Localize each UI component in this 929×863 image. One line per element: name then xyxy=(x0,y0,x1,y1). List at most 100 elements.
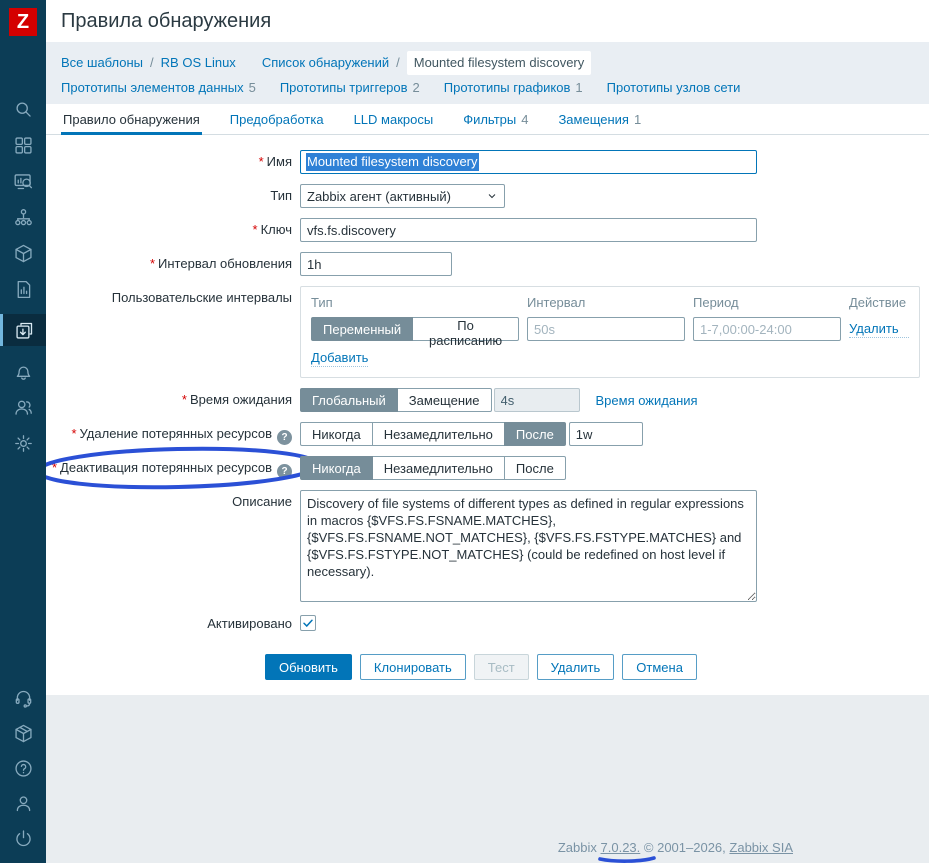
interval-remove-link[interactable]: Удалить xyxy=(849,321,909,338)
item-prototypes-count: 5 xyxy=(248,80,256,95)
sidebar-item-dashboards[interactable] xyxy=(0,134,46,156)
delete-lost-never-button[interactable]: Никогда xyxy=(300,422,373,446)
disable-lost-never-button[interactable]: Никогда xyxy=(300,456,373,480)
timeout-label: * Время ожидания xyxy=(181,392,292,407)
link-graph-prototypes[interactable]: Прототипы графиков xyxy=(444,80,571,95)
version-link[interactable]: 7.0.23. xyxy=(597,840,656,863)
interval-delay-input[interactable] xyxy=(527,317,685,341)
bell-icon xyxy=(16,365,30,380)
breadcrumb-separator: / xyxy=(150,55,154,70)
disable-lost-immediately-button[interactable]: Незамедлительно xyxy=(371,456,505,480)
type-select[interactable]: Zabbix агент (активный) xyxy=(300,184,505,208)
footer: Zabbix 7.0.23. © 2001–2026, Zabbix SIA xyxy=(557,840,793,863)
delete-lost-after-button[interactable]: После xyxy=(503,422,566,446)
delete-lost-immediately-button[interactable]: Незамедлительно xyxy=(371,422,505,446)
sidebar-item-inventory[interactable] xyxy=(0,242,46,264)
delete-lost-label: * Удаление потерянных ресурсов? xyxy=(46,422,300,445)
zabbix-app: Z Правила обнаружения Все шаблоны / RB O… xyxy=(0,0,929,863)
column-action: Действие xyxy=(849,295,907,310)
tab-lld-macros[interactable]: LLD макросы xyxy=(352,112,436,134)
tab-filters[interactable]: Фильтры 4 xyxy=(461,112,530,134)
dashboards-icon xyxy=(14,136,32,154)
tab-preprocessing[interactable]: Предобработка xyxy=(228,112,326,134)
sidebar-item-users[interactable] xyxy=(0,396,46,418)
sidebar-item-support[interactable] xyxy=(0,687,46,709)
column-period: Период xyxy=(693,295,739,310)
timeout-value-input xyxy=(493,388,580,412)
sidebar-item-help[interactable] xyxy=(0,757,46,779)
zabbix-logo[interactable]: Z xyxy=(9,8,37,36)
company-link[interactable]: Zabbix SIA xyxy=(729,840,793,855)
breadcrumb-current: Mounted filesystem discovery xyxy=(406,51,592,75)
type-select-value: Zabbix агент (активный) xyxy=(307,188,451,204)
interval-period-input[interactable] xyxy=(693,317,841,341)
link-host-prototypes[interactable]: Прототипы узлов сети xyxy=(607,80,741,95)
sidebar-item-integrations[interactable] xyxy=(0,722,46,744)
breadcrumb-link-all-templates[interactable]: Все шаблоны xyxy=(61,53,143,73)
update-interval-input[interactable] xyxy=(300,252,452,276)
footer-brand: Zabbix xyxy=(557,840,597,855)
help-icon[interactable]: ? xyxy=(277,464,292,479)
search-icon xyxy=(15,101,31,117)
disable-lost-after-button[interactable]: После xyxy=(503,456,566,480)
cancel-button[interactable]: Отмена xyxy=(622,654,697,680)
help-icon[interactable]: ? xyxy=(277,430,292,445)
column-type: Тип xyxy=(311,295,333,310)
link-trigger-prototypes[interactable]: Прототипы триггеров xyxy=(280,80,408,95)
form-actions: Обновить Клонировать Тест Удалить Отмена xyxy=(265,654,929,680)
interval-add-link[interactable]: Добавить xyxy=(311,350,369,367)
trigger-prototypes-count: 2 xyxy=(412,80,420,95)
clone-button[interactable]: Клонировать xyxy=(359,654,466,680)
tab-discovery-rule[interactable]: Правило обнаружения xyxy=(61,112,202,135)
checkbox-checked-icon xyxy=(303,619,313,628)
test-button: Тест xyxy=(473,654,529,680)
sidebar-item-reports[interactable] xyxy=(0,278,46,300)
user-icon xyxy=(16,795,30,811)
sidebar-item-data-collection[interactable] xyxy=(0,314,46,346)
timeout-override-button[interactable]: Замещение xyxy=(396,388,492,412)
tabs: Правило обнаружения Предобработка LLD ма… xyxy=(46,104,929,135)
delete-lost-after-input[interactable] xyxy=(568,422,643,446)
description-label: Описание xyxy=(232,494,292,509)
sidebar-item-administration[interactable] xyxy=(0,432,46,454)
breadcrumb-separator: / xyxy=(396,55,400,70)
enabled-checkbox[interactable] xyxy=(300,615,316,631)
interval-type-scheduling-button[interactable]: По расписанию xyxy=(412,317,519,348)
delete-button[interactable]: Удалить xyxy=(536,654,615,680)
timeouts-link[interactable]: Время ожидания xyxy=(596,393,698,408)
description-textarea[interactable]: Discovery of file systems of different t… xyxy=(300,490,757,602)
timeout-global-button[interactable]: Глобальный xyxy=(300,388,398,412)
interval-type-flexible-button[interactable]: Переменный xyxy=(311,317,414,341)
sidebar-item-services[interactable] xyxy=(0,206,46,228)
custom-intervals-table: Тип Интервал Период Действие Переменный … xyxy=(300,286,920,378)
logo-letter: Z xyxy=(16,10,30,33)
sidebar-item-monitoring[interactable] xyxy=(0,170,46,192)
sidebar-item-search[interactable] xyxy=(0,98,46,120)
column-interval: Интервал xyxy=(527,295,586,310)
disable-lost-label: * Деактивация потерянных ресурсов? xyxy=(36,446,320,490)
inventory-icon xyxy=(14,244,32,262)
name-label: * Имя xyxy=(258,154,292,169)
type-label: Тип xyxy=(270,188,292,203)
tab-overrides[interactable]: Замещения 1 xyxy=(556,112,643,134)
users-icon xyxy=(14,400,32,415)
annotation-underline xyxy=(597,856,656,863)
sidebar-item-user-profile[interactable] xyxy=(0,792,46,814)
data-collection-icon xyxy=(16,322,33,339)
breadcrumb-link-template[interactable]: RB OS Linux xyxy=(161,53,236,73)
selected-text: Mounted filesystem discovery xyxy=(306,153,479,171)
breadcrumb-link-discovery-list[interactable]: Список обнаружений xyxy=(262,53,389,73)
sidebar-item-sign-out[interactable] xyxy=(0,827,46,849)
custom-intervals-label: Пользовательские интервалы xyxy=(111,290,292,305)
link-item-prototypes[interactable]: Прототипы элементов данных xyxy=(61,80,244,95)
sidebar-item-alerts[interactable] xyxy=(0,360,46,382)
key-label: * Ключ xyxy=(252,222,292,237)
breadcrumb: Все шаблоны / RB OS Linux Список обнаруж… xyxy=(46,42,929,104)
enabled-label: Активировано xyxy=(207,616,292,631)
gear-icon xyxy=(14,434,32,452)
cube-icon xyxy=(14,724,32,742)
update-button[interactable]: Обновить xyxy=(265,654,352,680)
name-input[interactable]: Mounted filesystem discovery xyxy=(300,150,757,174)
page-title: Правила обнаружения xyxy=(61,9,272,32)
key-input[interactable] xyxy=(300,218,757,242)
